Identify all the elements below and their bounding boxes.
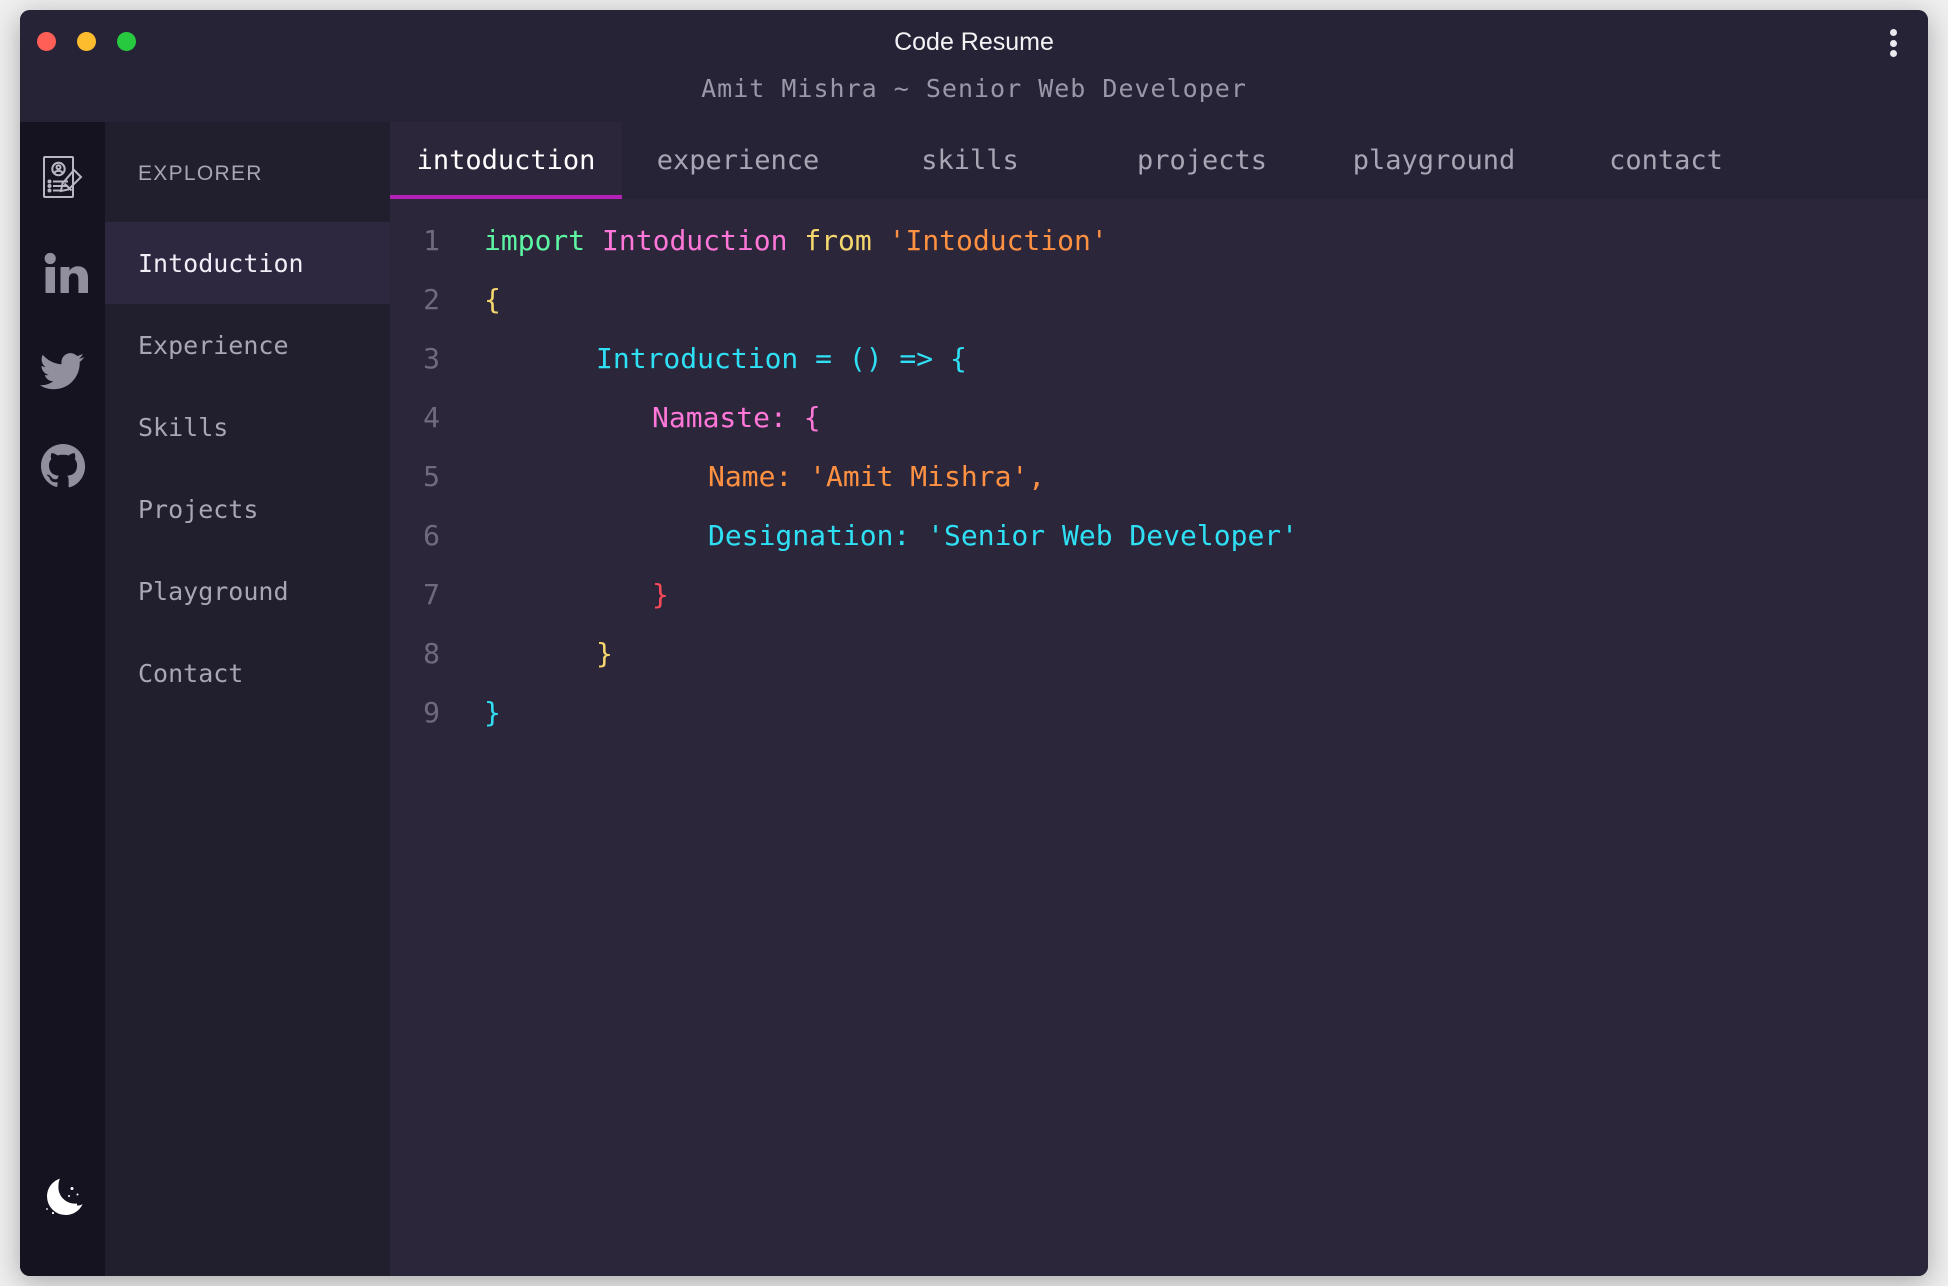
line-number: 3: [390, 339, 448, 379]
window-subtitle: Amit Mishra ~ Senior Web Developer: [20, 72, 1928, 122]
moon-icon[interactable]: [35, 1170, 91, 1226]
sidebar-item-playground[interactable]: Playground: [105, 550, 390, 632]
resume-icon[interactable]: [35, 150, 91, 206]
code-token: Intoduction: [602, 224, 804, 257]
code-line: 8}: [390, 634, 1928, 693]
sidebar-item-label: Playground: [138, 577, 289, 606]
code-token: Designation: 'Senior Web Developer': [708, 519, 1298, 552]
sidebar-item-contact[interactable]: Contact: [105, 632, 390, 714]
code-line: 3 Introduction = () => {: [390, 339, 1928, 398]
linkedin-icon[interactable]: [35, 246, 91, 302]
twitter-icon[interactable]: [35, 342, 91, 398]
tab-projects[interactable]: projects: [1086, 122, 1318, 199]
code-token: }: [652, 578, 669, 611]
sidebar-item-label: Contact: [138, 659, 243, 688]
window-title: Code Resume: [20, 28, 1928, 57]
code-line-content: Designation: 'Senior Web Developer': [448, 516, 1298, 556]
sidebar-item-label: Projects: [138, 495, 258, 524]
code-line-content: }: [448, 575, 669, 615]
tab-label: playground: [1353, 145, 1516, 176]
code-line-content: Introduction = () => {: [448, 339, 967, 379]
explorer-panel: EXPLORER Intoduction Experience Skills P…: [105, 122, 390, 1276]
code-editor-area[interactable]: 1import Intoduction from 'Intoduction'2{…: [390, 199, 1928, 1276]
tab-label: projects: [1137, 145, 1267, 176]
tab-label: skills: [921, 145, 1019, 176]
code-line-content: }: [448, 693, 501, 733]
activity-bar: [20, 122, 105, 1276]
sidebar-item-projects[interactable]: Projects: [105, 468, 390, 550]
line-number: 5: [390, 457, 448, 497]
code-token: {: [484, 283, 501, 316]
code-line: 1import Intoduction from 'Intoduction': [390, 221, 1928, 280]
code-token: }: [596, 637, 613, 670]
sidebar-item-label: Skills: [138, 413, 228, 442]
code-token: import: [484, 224, 602, 257]
tab-contact[interactable]: contact: [1550, 122, 1782, 199]
line-number: 4: [390, 398, 448, 438]
code-token: 'Intoduction': [889, 224, 1108, 257]
editor-tab-bar: intoduction experience skills projects p…: [390, 122, 1928, 199]
code-line: 6 Designation: 'Senior Web Developer': [390, 516, 1928, 575]
sidebar-item-experience[interactable]: Experience: [105, 304, 390, 386]
line-number: 2: [390, 280, 448, 320]
sidebar-item-skills[interactable]: Skills: [105, 386, 390, 468]
code-line: 7}: [390, 575, 1928, 634]
explorer-list: Intoduction Experience Skills Projects P…: [105, 222, 390, 714]
code-token: Introduction = () => {: [596, 342, 967, 375]
code-token: }: [484, 696, 501, 729]
code-token: from: [804, 224, 888, 257]
code-line-content: Name: 'Amit Mishra',: [448, 457, 1045, 497]
code-line: 2{: [390, 280, 1928, 339]
code-token: Name: 'Amit Mishra',: [708, 460, 1045, 493]
sidebar-item-label: Experience: [138, 331, 289, 360]
tab-label: contact: [1609, 145, 1723, 176]
code-token: Namaste: {: [652, 401, 821, 434]
code-line: 5 Name: 'Amit Mishra',: [390, 457, 1928, 516]
editor-panel: intoduction experience skills projects p…: [390, 122, 1928, 1276]
tab-label: intoduction: [417, 145, 596, 176]
tab-playground[interactable]: playground: [1318, 122, 1550, 199]
tab-label: experience: [657, 145, 820, 176]
code-line-content: }: [448, 634, 613, 674]
tab-experience[interactable]: experience: [622, 122, 854, 199]
app-window: Code Resume Amit Mishra ~ Senior Web Dev…: [20, 10, 1928, 1276]
code-line: 4 Namaste: {: [390, 398, 1928, 457]
code-line-content: Namaste: {: [448, 398, 821, 438]
line-number: 7: [390, 575, 448, 615]
code-line: 9}: [390, 693, 1928, 752]
github-icon[interactable]: [35, 438, 91, 494]
window-body: EXPLORER Intoduction Experience Skills P…: [20, 122, 1928, 1276]
tab-skills[interactable]: skills: [854, 122, 1086, 199]
line-number: 1: [390, 221, 448, 261]
line-number: 9: [390, 693, 448, 733]
explorer-title: EXPLORER: [105, 122, 390, 222]
sidebar-item-intoduction[interactable]: Intoduction: [105, 222, 390, 304]
code-line-content: {: [448, 280, 501, 320]
kebab-menu-icon[interactable]: [1880, 26, 1906, 60]
sidebar-item-label: Intoduction: [138, 249, 304, 278]
line-number: 6: [390, 516, 448, 556]
title-bar: Code Resume: [20, 10, 1928, 72]
code-line-content: import Intoduction from 'Intoduction': [448, 221, 1108, 261]
tab-intoduction[interactable]: intoduction: [390, 122, 622, 199]
line-number: 8: [390, 634, 448, 674]
